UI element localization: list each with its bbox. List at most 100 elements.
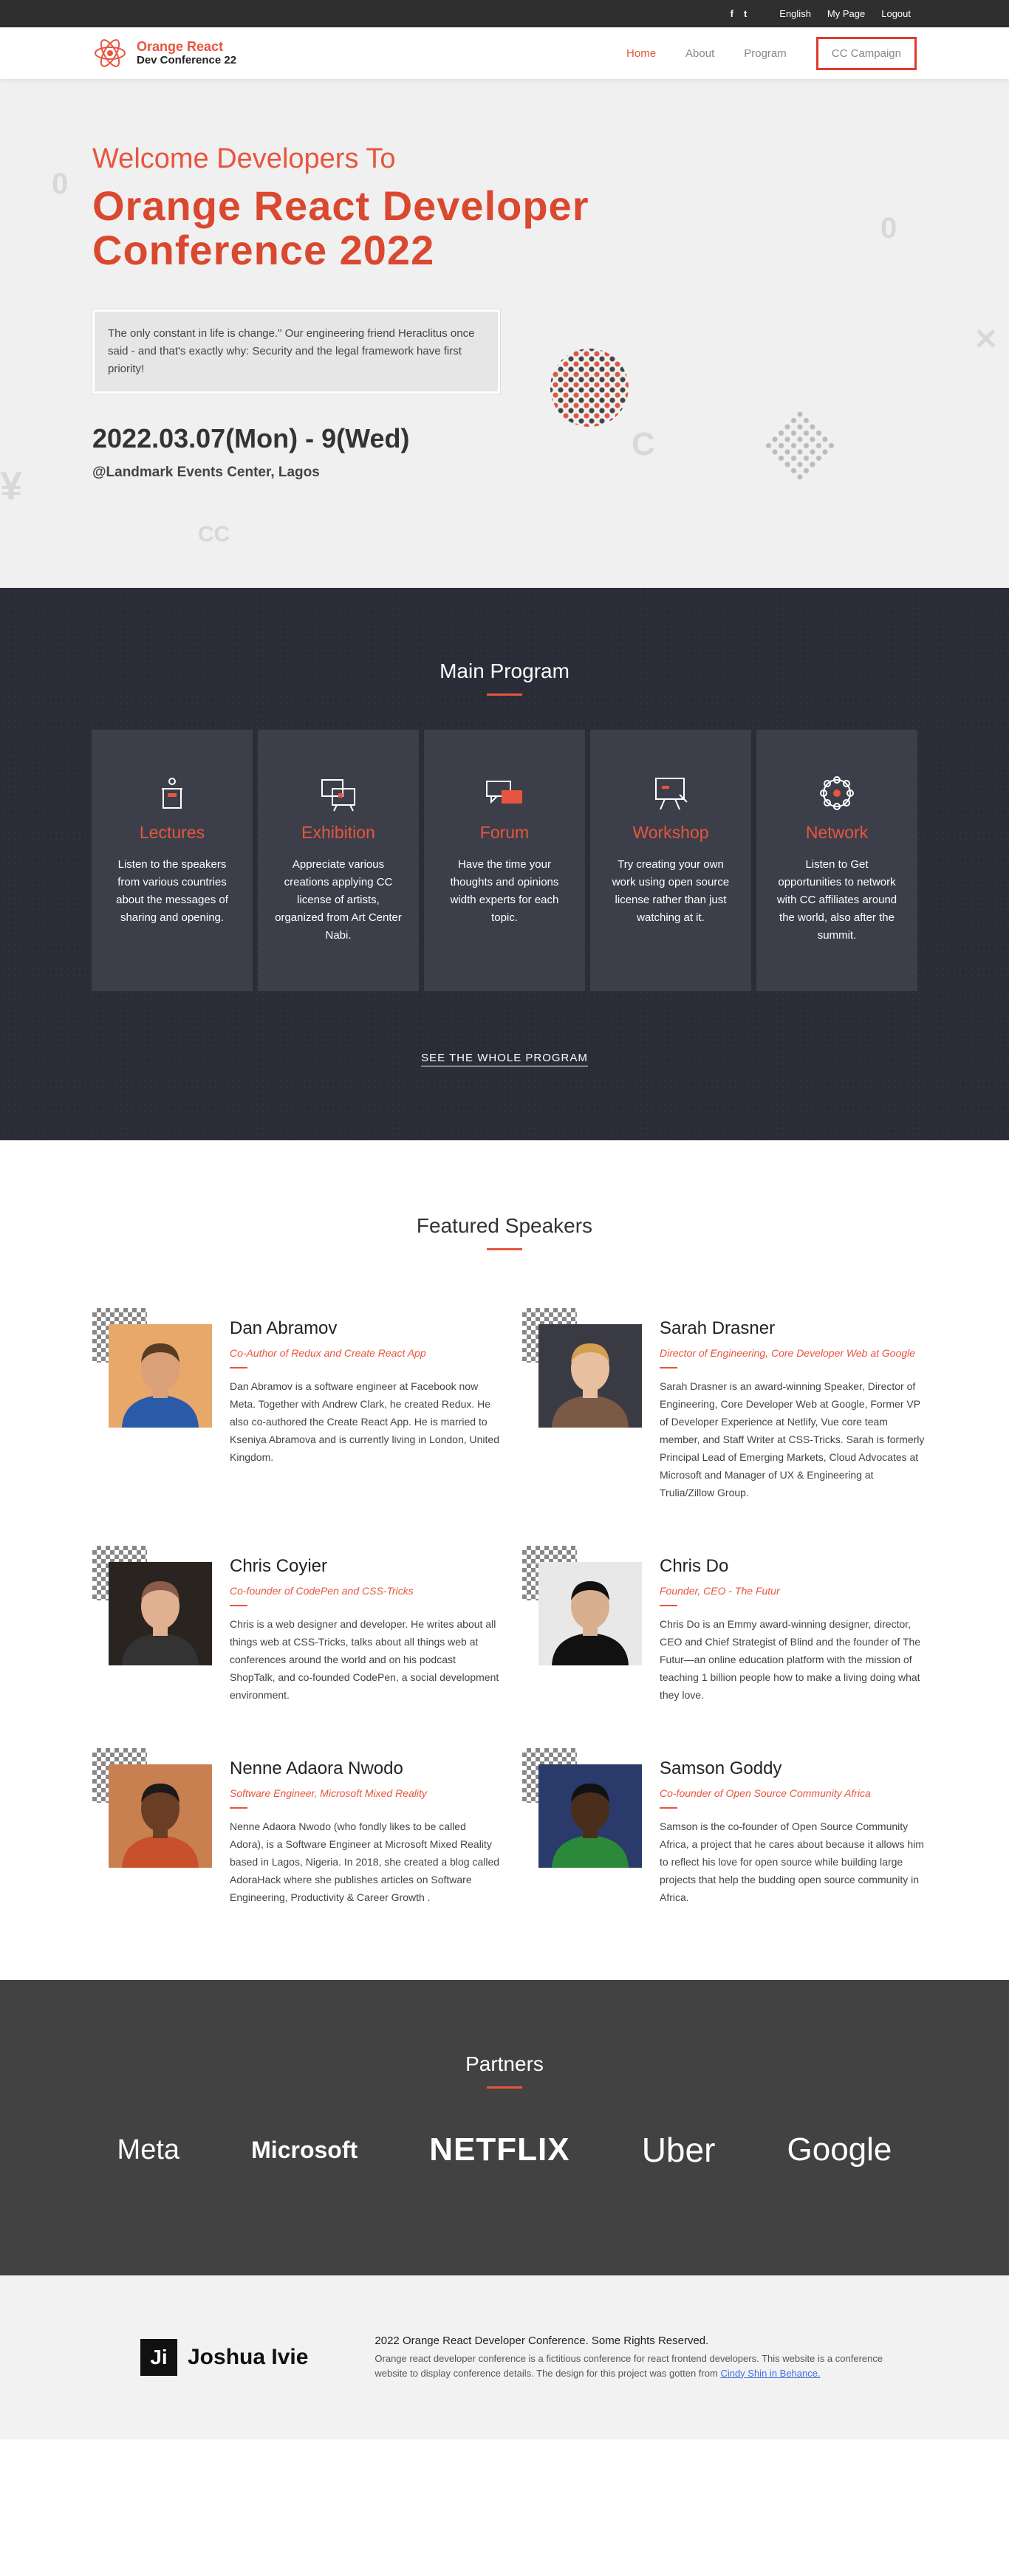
card-description: Appreciate various creations applying CC… xyxy=(275,858,402,942)
my-page-link[interactable]: My Page xyxy=(827,8,865,19)
meta-logo[interactable]: Meta xyxy=(117,2134,179,2166)
title-underline xyxy=(487,2086,522,2089)
uber-logo[interactable]: Uber xyxy=(642,2130,716,2170)
speaker-photo xyxy=(538,1562,642,1665)
microsoft-logo[interactable]: Microsoft xyxy=(251,2137,358,2164)
react-atom-icon xyxy=(95,39,126,67)
speaker-card[interactable]: Dan Abramov Co-Author of Redux and Creat… xyxy=(92,1308,522,1501)
speaker-bio: Dan Abramov is a software engineer at Fa… xyxy=(230,1380,499,1463)
speaker-card[interactable]: Chris Coyier Co-founder of CodePen and C… xyxy=(92,1546,522,1704)
main-nav: Orange React Dev Conference 22 Home Abou… xyxy=(0,27,1009,79)
role-divider xyxy=(230,1807,247,1809)
speaker-name: Chris Do xyxy=(660,1556,729,1576)
hero-quote: The only constant in life is change." Ou… xyxy=(92,309,500,394)
speaker-card[interactable]: Sarah Drasner Director of Engineering, C… xyxy=(522,1308,952,1501)
speaker-role: Co-Author of Redux and Create React App xyxy=(230,1347,426,1359)
card-title: Network xyxy=(805,823,869,842)
speaker-role: Founder, CEO - The Futur xyxy=(660,1585,780,1597)
network-icon xyxy=(820,776,854,810)
deco-x-icon: ✕ xyxy=(974,323,999,356)
speaker-photo xyxy=(538,1764,642,1868)
role-divider xyxy=(660,1605,677,1606)
nav-item-about[interactable]: About xyxy=(685,47,714,60)
event-date: 2022.03.07(Mon) - 9(Wed) xyxy=(92,423,410,453)
twitter-icon[interactable]: t xyxy=(744,8,747,19)
card-title: Forum xyxy=(479,823,530,842)
speaker-name: Sarah Drasner xyxy=(660,1318,776,1338)
speaker-card[interactable]: Nenne Adaora Nwodo Software Engineer, Mi… xyxy=(92,1748,522,1906)
copyright-text: 2022 Orange React Developer Conference. … xyxy=(374,2334,709,2347)
lectern-icon xyxy=(162,778,182,809)
easel-icon xyxy=(321,779,355,812)
deco-zero-icon: 0 xyxy=(880,212,897,244)
program-card-exhibition[interactable]: Exhibition Appreciate various creations … xyxy=(258,730,419,991)
speaker-photo xyxy=(109,1324,212,1428)
program-card-forum[interactable]: Forum Have the time your thoughts and op… xyxy=(424,730,585,991)
google-logo[interactable]: Google xyxy=(787,2131,892,2168)
language-link[interactable]: English xyxy=(779,8,811,19)
speaker-bio: Samson is the co-founder of Open Source … xyxy=(660,1820,924,1903)
social-links: f t xyxy=(731,8,748,19)
program-card-network[interactable]: Network Listen to Get opportunities to n… xyxy=(756,730,917,991)
hero-welcome: Welcome Developers To xyxy=(92,143,396,174)
behance-link[interactable]: Cindy Shin in Behance. xyxy=(720,2368,820,2379)
speaker-bio: Sarah Drasner is an award-winning Speake… xyxy=(660,1380,925,1498)
nav-menu: Home About Program CC Campaign xyxy=(626,36,917,70)
card-title: Exhibition xyxy=(301,823,375,842)
program-cards: Lectures Listen to the speakers from var… xyxy=(0,730,1009,991)
speaker-bio: Chris Do is an Emmy award-winning design… xyxy=(660,1618,921,1701)
facebook-icon[interactable]: f xyxy=(731,8,733,19)
netflix-logo[interactable]: NETFLIX xyxy=(429,2131,570,2168)
role-divider xyxy=(230,1605,247,1606)
speaker-name: Dan Abramov xyxy=(230,1318,338,1338)
card-description: Listen to Get opportunities to network w… xyxy=(776,858,897,942)
footer-logo[interactable]: Ji Joshua Ivie xyxy=(140,2339,308,2376)
chat-icon xyxy=(486,781,522,804)
speaker-bio: Nenne Adaora Nwodo (who fondly likes to … xyxy=(230,1820,500,1903)
program-card-lectures[interactable]: Lectures Listen to the speakers from var… xyxy=(92,730,253,991)
card-title: Workshop xyxy=(632,823,709,842)
deco-zero-icon: 0 xyxy=(52,168,69,200)
deco-c-icon: C xyxy=(632,426,655,462)
speaker-photo xyxy=(109,1562,212,1665)
card-description: Listen to the speakers from various coun… xyxy=(116,858,228,924)
nav-item-home[interactable]: Home xyxy=(626,47,656,60)
speaker-role: Co-founder of Open Source Community Afri… xyxy=(660,1787,871,1799)
hero-title: Orange React Developer Conference 2022 xyxy=(92,182,589,273)
person-avatar-icon xyxy=(552,1343,629,1428)
program-card-workshop[interactable]: Workshop Try creating your own work usin… xyxy=(590,730,751,991)
role-divider xyxy=(660,1367,677,1368)
person-avatar-icon xyxy=(122,1784,199,1868)
brand-logo[interactable]: Orange React Dev Conference 22 xyxy=(92,35,236,71)
title-underline xyxy=(487,693,522,696)
logo-name: Joshua Ivie xyxy=(188,2345,309,2369)
logout-link[interactable]: Logout xyxy=(881,8,911,19)
cc-campaign-button[interactable]: CC Campaign xyxy=(815,36,917,70)
dots-circle-pattern xyxy=(550,349,629,427)
see-whole-program-link[interactable]: SEE THE WHOLE PROGRAM xyxy=(421,1052,588,1066)
section-title: Partners xyxy=(465,2052,544,2075)
speaker-photo xyxy=(109,1764,212,1868)
deco-cc-icon: CC xyxy=(198,522,230,547)
role-divider xyxy=(230,1367,247,1368)
speaker-name: Chris Coyier xyxy=(230,1556,328,1576)
speaker-role: Software Engineer, Microsoft Mixed Reali… xyxy=(230,1787,427,1799)
top-bar: f t English My Page Logout xyxy=(0,0,1009,27)
speaker-role: Co-founder of CodePen and CSS-Tricks xyxy=(230,1585,414,1597)
speaker-name: Samson Goddy xyxy=(660,1758,782,1778)
speaker-card[interactable]: Chris Do Founder, CEO - The Futur Chris … xyxy=(522,1546,952,1704)
speakers-grid: Dan Abramov Co-Author of Redux and Creat… xyxy=(92,1308,1009,1906)
section-title: Main Program xyxy=(439,660,570,682)
role-divider xyxy=(660,1807,677,1809)
whiteboard-icon xyxy=(655,778,688,810)
logo-mark: Ji xyxy=(140,2339,177,2376)
speaker-card[interactable]: Samson Goddy Co-founder of Open Source C… xyxy=(522,1748,952,1906)
main-program-section: Main Program Lectures Listen to the spea… xyxy=(0,588,1009,1140)
section-title: Featured Speakers xyxy=(416,1214,593,1237)
speaker-bio: Chris is a web designer and developer. H… xyxy=(230,1618,499,1701)
speaker-name: Nenne Adaora Nwodo xyxy=(230,1758,403,1778)
footer-description: Orange react developer conference is a f… xyxy=(374,2352,883,2379)
deco-yen-icon: ¥ xyxy=(0,464,23,508)
nav-item-program[interactable]: Program xyxy=(744,47,787,60)
person-avatar-icon xyxy=(122,1343,199,1428)
